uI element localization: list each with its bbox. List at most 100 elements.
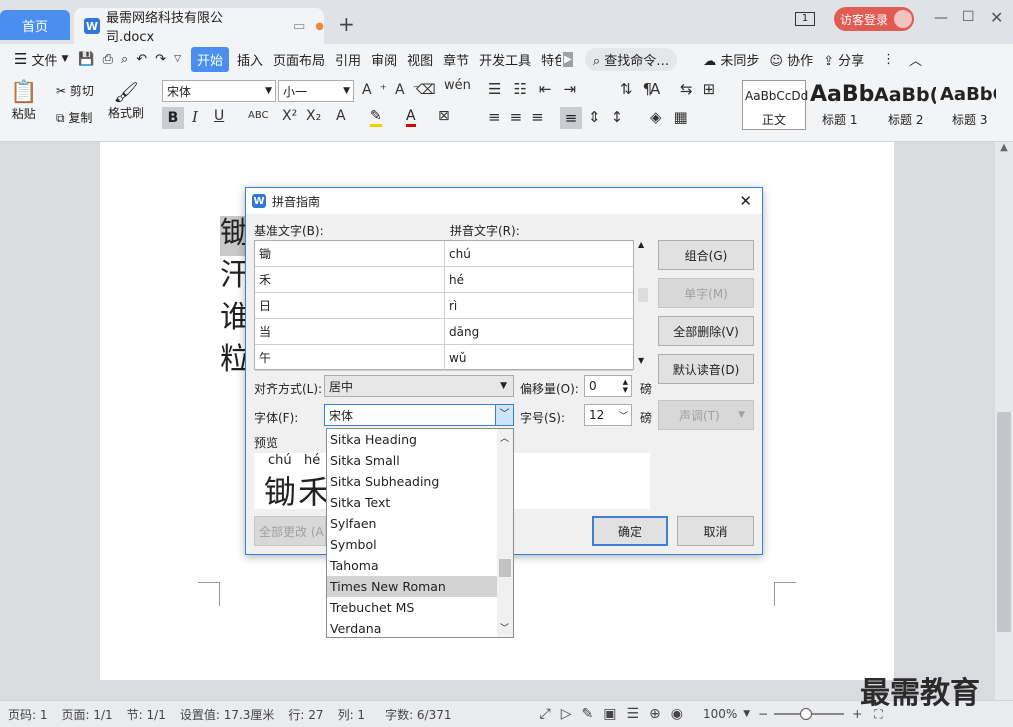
spinner-arrows-icon[interactable]: ▲ ▼ [623,378,628,394]
minimize-button[interactable]: — [934,10,948,26]
tone-select[interactable]: 声调(T) ▼ [658,400,754,430]
menu-layout[interactable]: 页面布局 [273,50,325,69]
base-cell[interactable]: 日 [255,293,445,318]
status-page[interactable]: 页码: 1 [8,706,48,723]
more-menu-icon[interactable]: ⋮ [882,52,895,67]
char-border-button[interactable]: ⊠ [438,108,450,124]
grid-scrollbar[interactable]: ▲ ▼ [636,240,650,370]
font-color-button[interactable]: A [406,108,416,127]
ok-button[interactable]: 确定 [592,516,668,546]
hamburger-icon[interactable]: ☰ [14,50,27,68]
pinyin-cell[interactable]: wǔ [445,345,466,370]
font-option[interactable]: Trebuchet MS [327,597,513,618]
font-option[interactable]: Sitka Small [327,450,513,471]
zoom-slider-thumb[interactable] [800,708,813,720]
monitor-icon[interactable]: ▭ [293,19,305,34]
menu-reference[interactable]: 引用 [335,50,361,69]
scrollbar-thumb[interactable] [997,412,1011,632]
single-char-button[interactable]: 单字(M) [658,278,754,308]
cancel-button[interactable]: 取消 [677,516,754,546]
highlight-button[interactable]: ✎ [370,108,382,127]
tab-document[interactable]: W 最需网络科技有限公司.docx ▭ ● [74,8,324,45]
scroll-down-icon[interactable]: ▼ [638,356,644,365]
save-icon[interactable]: 💾 [78,52,94,67]
dropdown-scrollbar[interactable]: ︿ ﹀ [497,429,513,637]
collab-button[interactable]: ☺ 协作 [769,50,813,69]
text-effect-button[interactable]: A [336,108,346,124]
italic-button[interactable]: I [192,108,198,126]
maximize-button[interactable]: ☐ [962,9,975,25]
print-icon[interactable]: ⎙ [103,52,113,67]
base-cell[interactable]: 当 [255,319,445,344]
status-words[interactable]: 字数: 6/371 [385,706,451,723]
style-h1-sample[interactable]: AaBb [810,82,874,107]
vertical-scrollbar[interactable]: ▲ [995,142,1013,700]
font-option[interactable]: Tahoma [327,555,513,576]
paste-button[interactable]: 📋 粘贴 [10,80,37,122]
font-option-selected[interactable]: Times New Roman [327,576,513,597]
pinyin-icon[interactable]: wén [444,78,471,93]
chevron-down-icon[interactable]: ▼ [743,709,750,719]
size-select[interactable]: 12 ﹀ [584,404,632,426]
menu-scroll-right[interactable]: ▶ [563,51,573,67]
status-setting[interactable]: 设置值: 17.3厘米 [180,706,275,723]
font-option[interactable]: Verdana [327,618,513,639]
pinyin-cell[interactable]: hé [445,267,464,292]
font-select[interactable]: 宋体 ﹀ [324,404,514,426]
new-tab-button[interactable]: + [338,12,355,36]
status-section[interactable]: 节: 1/1 [127,706,166,723]
menu-devtools[interactable]: 开发工具 [479,50,531,69]
combine-button[interactable]: 组合(G) [658,240,754,270]
dropdown-scroll-thumb[interactable] [499,559,511,577]
scroll-up-icon[interactable]: ︿ [500,431,509,444]
menu-start[interactable]: 开始 [191,46,230,72]
font-option[interactable]: Sitka Heading [327,429,513,450]
dialog-close-icon[interactable]: ✕ [739,192,752,210]
zoom-value[interactable]: 100% [703,707,737,721]
text-direction-icon[interactable]: A [650,80,660,98]
view-mode-icons[interactable]: ⤢▷✎▣☰⊕◉ [540,706,693,722]
align-buttons[interactable]: ≡≡≡ [488,108,553,126]
base-cell[interactable]: 禾 [255,267,445,292]
menu-view[interactable]: 视图 [407,50,433,69]
copy-button[interactable]: ⧉ 复制 [56,109,92,126]
underline-button[interactable]: U [214,108,224,124]
font-option[interactable]: Sitka Text [327,492,513,513]
login-button[interactable]: 访客登录 [834,7,914,31]
offset-spinner[interactable]: 0 ▲ ▼ [584,375,632,397]
undo-icon[interactable]: ↶ [136,52,147,67]
font-option[interactable]: Sylfaen [327,513,513,534]
font-name-select[interactable]: 宋体 ▼ [162,80,276,102]
window-count-badge[interactable]: 1 [795,12,815,26]
close-window-button[interactable]: ✕ [990,8,1003,27]
style-h3-sample[interactable]: AaBbC [940,84,996,105]
zoom-out-icon[interactable]: − [758,707,768,721]
superscript-button[interactable]: X² [282,108,297,124]
menu-special[interactable]: 特色 [541,50,561,69]
eraser-icon[interactable]: ⌫ [416,82,436,98]
print-preview-icon[interactable]: ⌕ [121,52,128,67]
menu-review[interactable]: 审阅 [371,50,397,69]
chevron-down-icon[interactable]: ﹀ [495,405,513,425]
default-reading-button[interactable]: 默认读音(D) [658,354,754,384]
pinyin-cell[interactable]: dāng [445,319,479,344]
scroll-down-icon[interactable]: ﹀ [500,621,509,634]
format-painter-button[interactable]: 🖌 格式刷 [108,80,144,121]
pinyin-cell[interactable]: rì [445,293,457,318]
menu-section[interactable]: 章节 [443,50,469,69]
clear-all-button[interactable]: 全部删除(V) [658,316,754,346]
collapse-ribbon-icon[interactable]: ︿ [909,50,922,69]
tab-home[interactable]: 首页 [0,10,70,40]
scroll-up-icon[interactable]: ▲ [638,240,644,249]
tab-buttons[interactable]: ⇆⊞ [680,80,725,98]
share-button[interactable]: ⇪ 分享 [823,50,864,69]
shading-border-buttons[interactable]: ◈▦ [650,108,700,126]
style-h2-sample[interactable]: AaBb( [874,84,936,106]
redo-icon[interactable]: ↷ [155,52,166,67]
font-size-select[interactable]: 小一 ▼ [278,80,354,102]
font-option[interactable]: Symbol [327,534,513,555]
change-all-button[interactable]: 全部更改 (A) [254,516,326,546]
bold-button[interactable]: B [162,107,184,129]
zoom-slider[interactable] [774,708,845,720]
menu-insert[interactable]: 插入 [237,50,263,69]
